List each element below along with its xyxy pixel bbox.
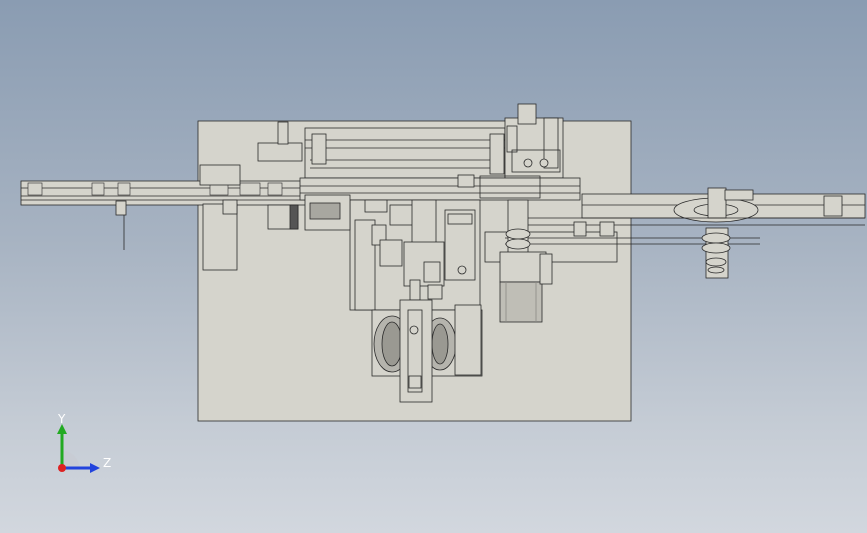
- z-axis-label: Z: [103, 456, 112, 470]
- motor-gearbox: [499, 251, 547, 283]
- machine-assembly-model[interactable]: [0, 0, 867, 533]
- rod-clamp: [115, 200, 127, 216]
- x-axis-dot: [58, 464, 66, 472]
- graphics-viewport[interactable]: Y Z: [0, 0, 867, 533]
- orientation-triad: Y Z: [40, 410, 130, 490]
- bracket-left: [199, 164, 241, 186]
- upper-slide-housing: [304, 127, 506, 179]
- y-axis-label: Y: [58, 412, 66, 426]
- left-conveyor-rail: [20, 180, 312, 206]
